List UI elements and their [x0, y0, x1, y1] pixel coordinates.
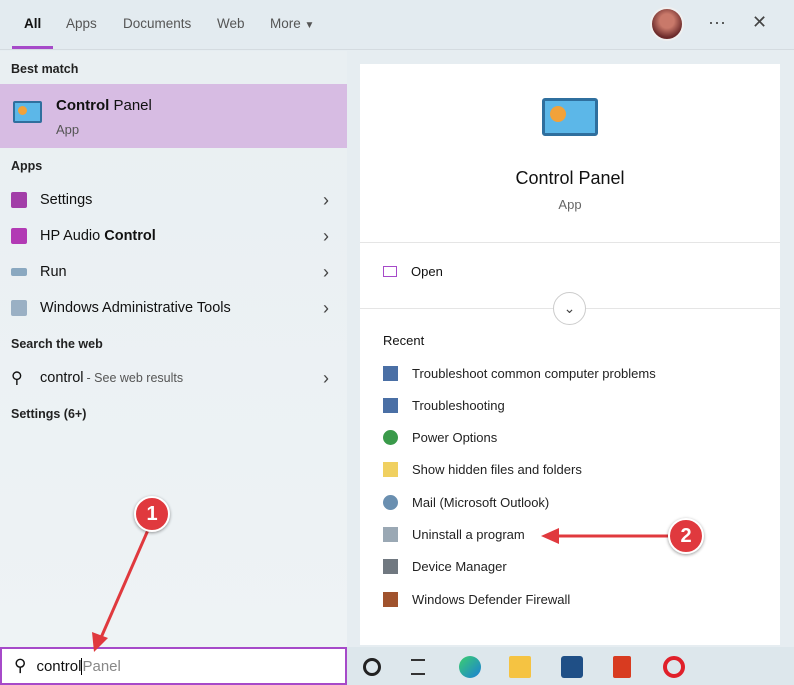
arrow-2-head [541, 528, 559, 544]
annotation-arrows [92, 528, 668, 652]
arrow-1 [98, 529, 150, 641]
arrow-1-head [92, 632, 108, 652]
annotation-badge-1: 1 [134, 496, 170, 532]
annotation-badge-2: 2 [668, 518, 704, 554]
